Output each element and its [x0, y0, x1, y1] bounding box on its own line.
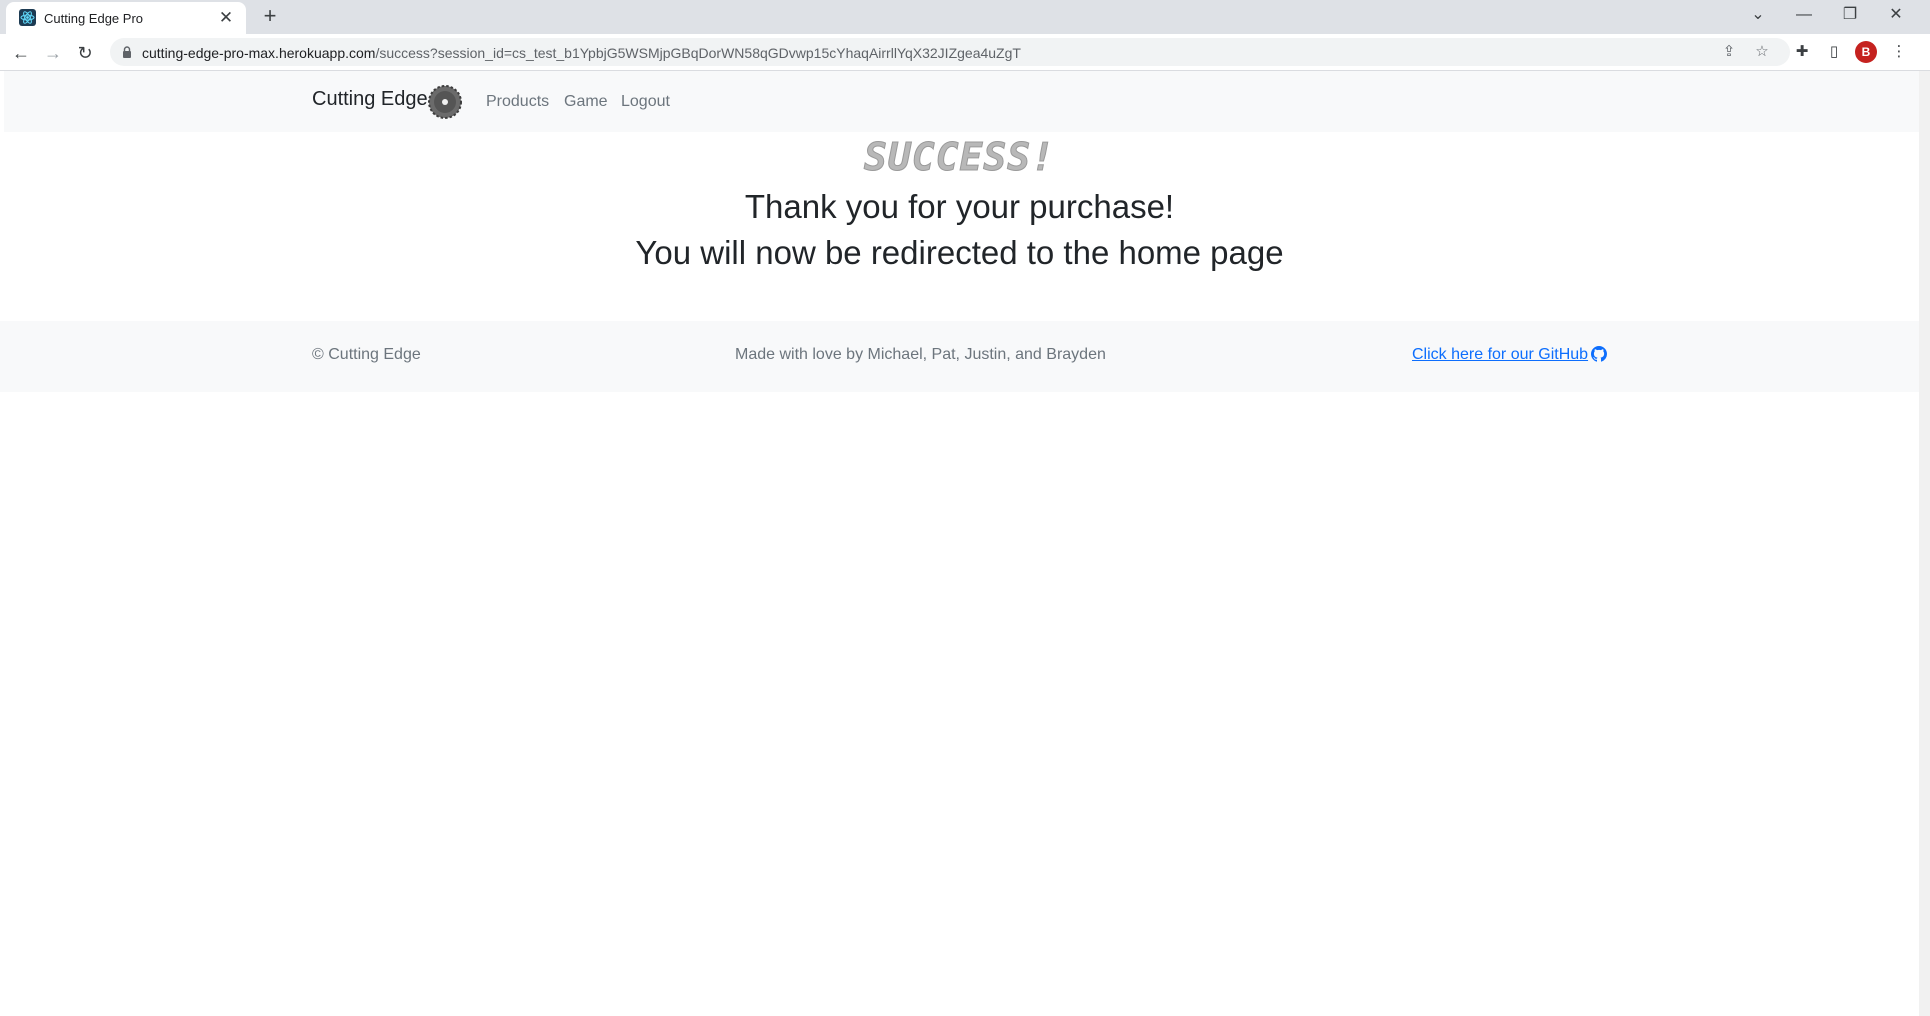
back-arrow-icon[interactable]: ←: [8, 40, 34, 66]
footer-credits: Made with love by Michael, Pat, Justin, …: [735, 346, 1106, 363]
tab-search-chevron-icon[interactable]: ⌄: [1742, 3, 1774, 27]
brand-link[interactable]: Cutting Edge: [312, 88, 428, 111]
url-text[interactable]: cutting-edge-pro-max.herokuapp.com/succe…: [142, 45, 1021, 61]
success-banner: SUCCESS!: [863, 135, 1056, 180]
thank-you-heading: Thank you for your purchase!: [744, 188, 1175, 225]
puzzle-icon[interactable]: ✚: [1792, 42, 1812, 62]
nav-link-game[interactable]: Game: [564, 93, 608, 111]
redirect-heading: You will now be redirected to the home p…: [635, 234, 1284, 271]
url-path: /success?session_id=cs_test_b1YpbjG5WSMj…: [375, 45, 1021, 61]
url-host: cutting-edge-pro-max.herokuapp.com: [142, 45, 376, 61]
github-icon: [1591, 346, 1608, 362]
close-window-icon[interactable]: ✕: [1880, 3, 1912, 27]
site-navbar: Cutting Edge Products Game Logout: [4, 71, 1919, 132]
minimize-icon[interactable]: —: [1788, 3, 1820, 27]
star-icon[interactable]: ☆: [1753, 43, 1771, 61]
reload-icon[interactable]: ↻: [72, 40, 98, 66]
address-bar[interactable]: cutting-edge-pro-max.herokuapp.com/succe…: [110, 38, 1790, 66]
restore-icon[interactable]: ❐: [1834, 3, 1866, 27]
nav-link-logout[interactable]: Logout: [621, 93, 670, 111]
react-favicon-icon: [19, 9, 36, 26]
browser-toolbar: ← → ↻ cutting-edge-pro-max.herokuapp.com…: [0, 34, 1930, 71]
new-tab-button[interactable]: +: [259, 5, 281, 27]
page-scrollbar[interactable]: [1919, 71, 1930, 1016]
site-footer: © Cutting Edge Made with love by Michael…: [0, 321, 1919, 392]
browser-tab[interactable]: Cutting Edge Pro ✕: [6, 2, 246, 34]
tab-title: Cutting Edge Pro: [44, 11, 144, 26]
side-panel-icon[interactable]: ▯: [1824, 42, 1844, 62]
saw-blade-logo-icon[interactable]: [428, 85, 462, 119]
tab-close-icon[interactable]: ✕: [216, 8, 236, 28]
github-link-label: Click here for our GitHub: [1412, 346, 1589, 363]
kebab-menu-icon[interactable]: ⋮: [1889, 42, 1909, 62]
browser-tab-strip: Cutting Edge Pro ✕ + ⌄ — ❐ ✕: [0, 0, 1930, 34]
nav-link-products[interactable]: Products: [486, 93, 549, 111]
page-content: Cutting Edge Products Game Logout SUCCES…: [0, 71, 1919, 1016]
github-link[interactable]: Click here for our GitHub: [1412, 346, 1608, 364]
profile-avatar[interactable]: B: [1855, 41, 1877, 63]
forward-arrow-icon[interactable]: →: [40, 40, 66, 66]
lock-icon[interactable]: [122, 46, 132, 58]
footer-copyright: © Cutting Edge: [312, 346, 421, 363]
share-icon[interactable]: ⇪: [1720, 43, 1738, 61]
